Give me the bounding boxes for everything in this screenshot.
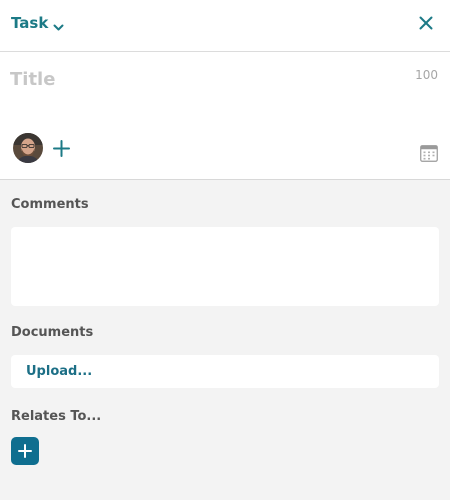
close-icon (419, 16, 433, 30)
title-char-limit: 100 (415, 68, 438, 82)
upload-button[interactable]: Upload... (11, 355, 439, 388)
calendar-icon (420, 145, 438, 162)
panel-header: Task (0, 0, 450, 52)
comments-label: Comments (11, 197, 89, 212)
relates-to-label: Relates To... (11, 409, 102, 424)
assignee-avatar[interactable] (13, 133, 43, 163)
task-type-label: Task (11, 14, 49, 32)
close-button[interactable] (418, 15, 434, 31)
comments-input[interactable] (11, 227, 439, 306)
add-assignee-button[interactable] (53, 140, 70, 157)
documents-label: Documents (11, 325, 94, 340)
due-date-button[interactable] (420, 145, 438, 162)
add-relation-button[interactable] (11, 437, 39, 465)
chevron-down-icon (53, 18, 64, 30)
task-type-dropdown[interactable]: Task (11, 13, 64, 33)
title-input[interactable] (10, 64, 390, 94)
user-avatar-icon (13, 133, 43, 163)
task-panel: Task 100 (0, 0, 450, 500)
plus-icon (18, 444, 32, 458)
upload-label: Upload... (26, 364, 93, 379)
title-section: 100 (0, 52, 450, 180)
plus-icon (53, 140, 70, 157)
